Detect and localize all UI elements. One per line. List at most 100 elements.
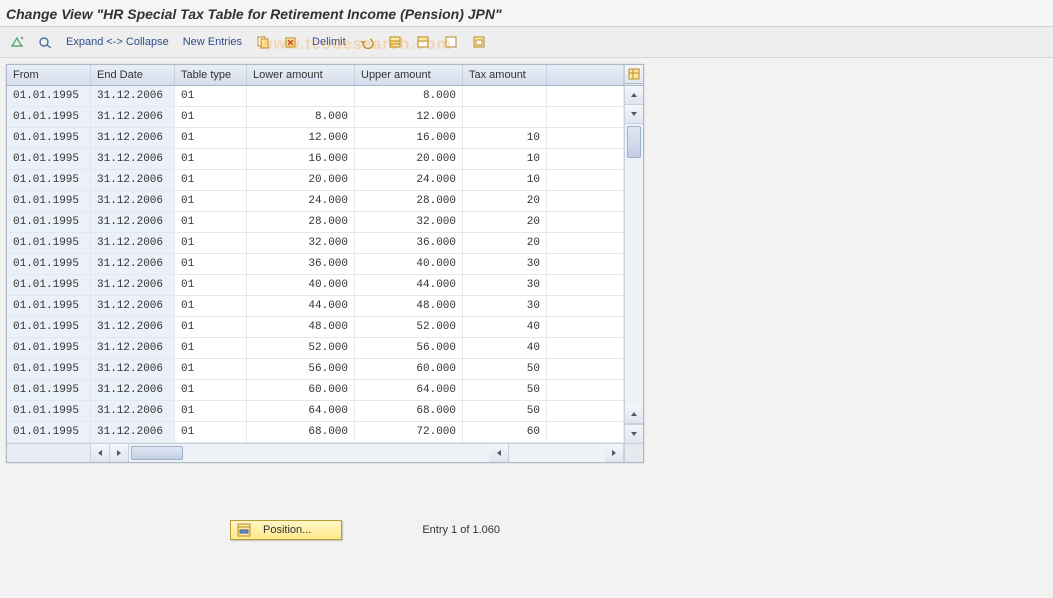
cell-end[interactable]: 31.12.2006 (91, 317, 175, 337)
cell-upper[interactable]: 68.000 (355, 401, 463, 421)
configure-columns-icon[interactable] (625, 65, 643, 84)
cell-upper[interactable]: 48.000 (355, 296, 463, 316)
table-row[interactable]: 01.01.199531.12.2006018.000 (7, 86, 624, 107)
cell-lower[interactable]: 64.000 (247, 401, 355, 421)
cell-type[interactable]: 01 (175, 149, 247, 169)
table-row[interactable]: 01.01.199531.12.20060144.00048.00030 (7, 296, 624, 317)
cell-end[interactable]: 31.12.2006 (91, 233, 175, 253)
cell-upper[interactable]: 8.000 (355, 86, 463, 106)
cell-end[interactable]: 31.12.2006 (91, 359, 175, 379)
cell-type[interactable]: 01 (175, 296, 247, 316)
cell-from[interactable]: 01.01.1995 (7, 170, 91, 190)
cell-lower[interactable]: 40.000 (247, 275, 355, 295)
cell-end[interactable]: 31.12.2006 (91, 107, 175, 127)
cell-upper[interactable]: 12.000 (355, 107, 463, 127)
cell-end[interactable]: 31.12.2006 (91, 338, 175, 358)
cell-type[interactable]: 01 (175, 107, 247, 127)
cell-from[interactable]: 01.01.1995 (7, 401, 91, 421)
cell-end[interactable]: 31.12.2006 (91, 380, 175, 400)
table-row[interactable]: 01.01.199531.12.20060140.00044.00030 (7, 275, 624, 296)
cell-end[interactable]: 31.12.2006 (91, 401, 175, 421)
cell-tax[interactable]: 30 (463, 275, 547, 295)
scroll-up-step-icon[interactable] (625, 405, 643, 424)
cell-upper[interactable]: 64.000 (355, 380, 463, 400)
cell-upper[interactable]: 24.000 (355, 170, 463, 190)
cell-lower[interactable]: 28.000 (247, 212, 355, 232)
cell-end[interactable]: 31.12.2006 (91, 86, 175, 106)
expand-collapse-button[interactable]: Expand <-> Collapse (62, 35, 173, 49)
cell-type[interactable]: 01 (175, 212, 247, 232)
cell-lower[interactable]: 20.000 (247, 170, 355, 190)
copy-icon[interactable] (252, 34, 274, 50)
cell-from[interactable]: 01.01.1995 (7, 212, 91, 232)
deselect-all-icon[interactable] (440, 34, 462, 50)
select-all-icon[interactable] (384, 34, 406, 50)
cell-lower[interactable]: 52.000 (247, 338, 355, 358)
table-row[interactable]: 01.01.199531.12.20060124.00028.00020 (7, 191, 624, 212)
cell-upper[interactable]: 36.000 (355, 233, 463, 253)
cell-upper[interactable]: 28.000 (355, 191, 463, 211)
cell-tax[interactable] (463, 86, 547, 106)
cell-tax[interactable]: 40 (463, 338, 547, 358)
cell-from[interactable]: 01.01.1995 (7, 422, 91, 442)
cell-lower[interactable]: 12.000 (247, 128, 355, 148)
cell-upper[interactable]: 32.000 (355, 212, 463, 232)
cell-tax[interactable]: 10 (463, 128, 547, 148)
hscroll-thumb-left[interactable] (131, 446, 183, 460)
table-row[interactable]: 01.01.199531.12.20060152.00056.00040 (7, 338, 624, 359)
cell-from[interactable]: 01.01.1995 (7, 359, 91, 379)
new-entries-button[interactable]: New Entries (179, 35, 246, 49)
cell-type[interactable]: 01 (175, 128, 247, 148)
cell-lower[interactable]: 32.000 (247, 233, 355, 253)
hscroll-right-step-icon[interactable] (110, 444, 129, 462)
cell-end[interactable]: 31.12.2006 (91, 254, 175, 274)
cell-from[interactable]: 01.01.1995 (7, 380, 91, 400)
cell-end[interactable]: 31.12.2006 (91, 191, 175, 211)
table-row[interactable]: 01.01.199531.12.20060168.00072.00060 (7, 422, 624, 443)
cell-lower[interactable]: 36.000 (247, 254, 355, 274)
cell-upper[interactable]: 40.000 (355, 254, 463, 274)
cell-from[interactable]: 01.01.1995 (7, 107, 91, 127)
cell-type[interactable]: 01 (175, 338, 247, 358)
cell-type[interactable]: 01 (175, 191, 247, 211)
cell-end[interactable]: 31.12.2006 (91, 170, 175, 190)
cell-from[interactable]: 01.01.1995 (7, 317, 91, 337)
table-row[interactable]: 01.01.199531.12.20060120.00024.00010 (7, 170, 624, 191)
vscroll-thumb[interactable] (627, 126, 641, 158)
cell-end[interactable]: 31.12.2006 (91, 275, 175, 295)
print-icon[interactable] (468, 34, 490, 50)
cell-end[interactable]: 31.12.2006 (91, 212, 175, 232)
cell-tax[interactable]: 40 (463, 317, 547, 337)
cell-type[interactable]: 01 (175, 380, 247, 400)
cell-upper[interactable]: 60.000 (355, 359, 463, 379)
cell-end[interactable]: 31.12.2006 (91, 296, 175, 316)
vscroll-track[interactable] (625, 124, 643, 405)
cell-tax[interactable]: 10 (463, 170, 547, 190)
scroll-down-icon[interactable] (625, 424, 643, 443)
delete-icon[interactable] (280, 34, 302, 50)
cell-tax[interactable] (463, 107, 547, 127)
table-row[interactable]: 01.01.199531.12.20060132.00036.00020 (7, 233, 624, 254)
cell-tax[interactable]: 50 (463, 380, 547, 400)
cell-from[interactable]: 01.01.1995 (7, 191, 91, 211)
cell-lower[interactable]: 60.000 (247, 380, 355, 400)
cell-type[interactable]: 01 (175, 359, 247, 379)
cell-upper[interactable]: 56.000 (355, 338, 463, 358)
undo-icon[interactable] (356, 34, 378, 50)
cell-end[interactable]: 31.12.2006 (91, 128, 175, 148)
table-row[interactable]: 01.01.199531.12.20060136.00040.00030 (7, 254, 624, 275)
cell-from[interactable]: 01.01.1995 (7, 296, 91, 316)
col-header-lower[interactable]: Lower amount (247, 65, 355, 85)
cell-from[interactable]: 01.01.1995 (7, 338, 91, 358)
cell-tax[interactable]: 20 (463, 191, 547, 211)
scroll-down-step-icon[interactable] (625, 105, 643, 124)
cell-from[interactable]: 01.01.1995 (7, 86, 91, 106)
col-header-from[interactable]: From (7, 65, 91, 85)
cell-from[interactable]: 01.01.1995 (7, 233, 91, 253)
cell-upper[interactable]: 44.000 (355, 275, 463, 295)
position-button[interactable]: Position... (230, 520, 342, 540)
cell-lower[interactable]: 16.000 (247, 149, 355, 169)
cell-lower[interactable]: 56.000 (247, 359, 355, 379)
table-row[interactable]: 01.01.199531.12.20060156.00060.00050 (7, 359, 624, 380)
cell-type[interactable]: 01 (175, 275, 247, 295)
